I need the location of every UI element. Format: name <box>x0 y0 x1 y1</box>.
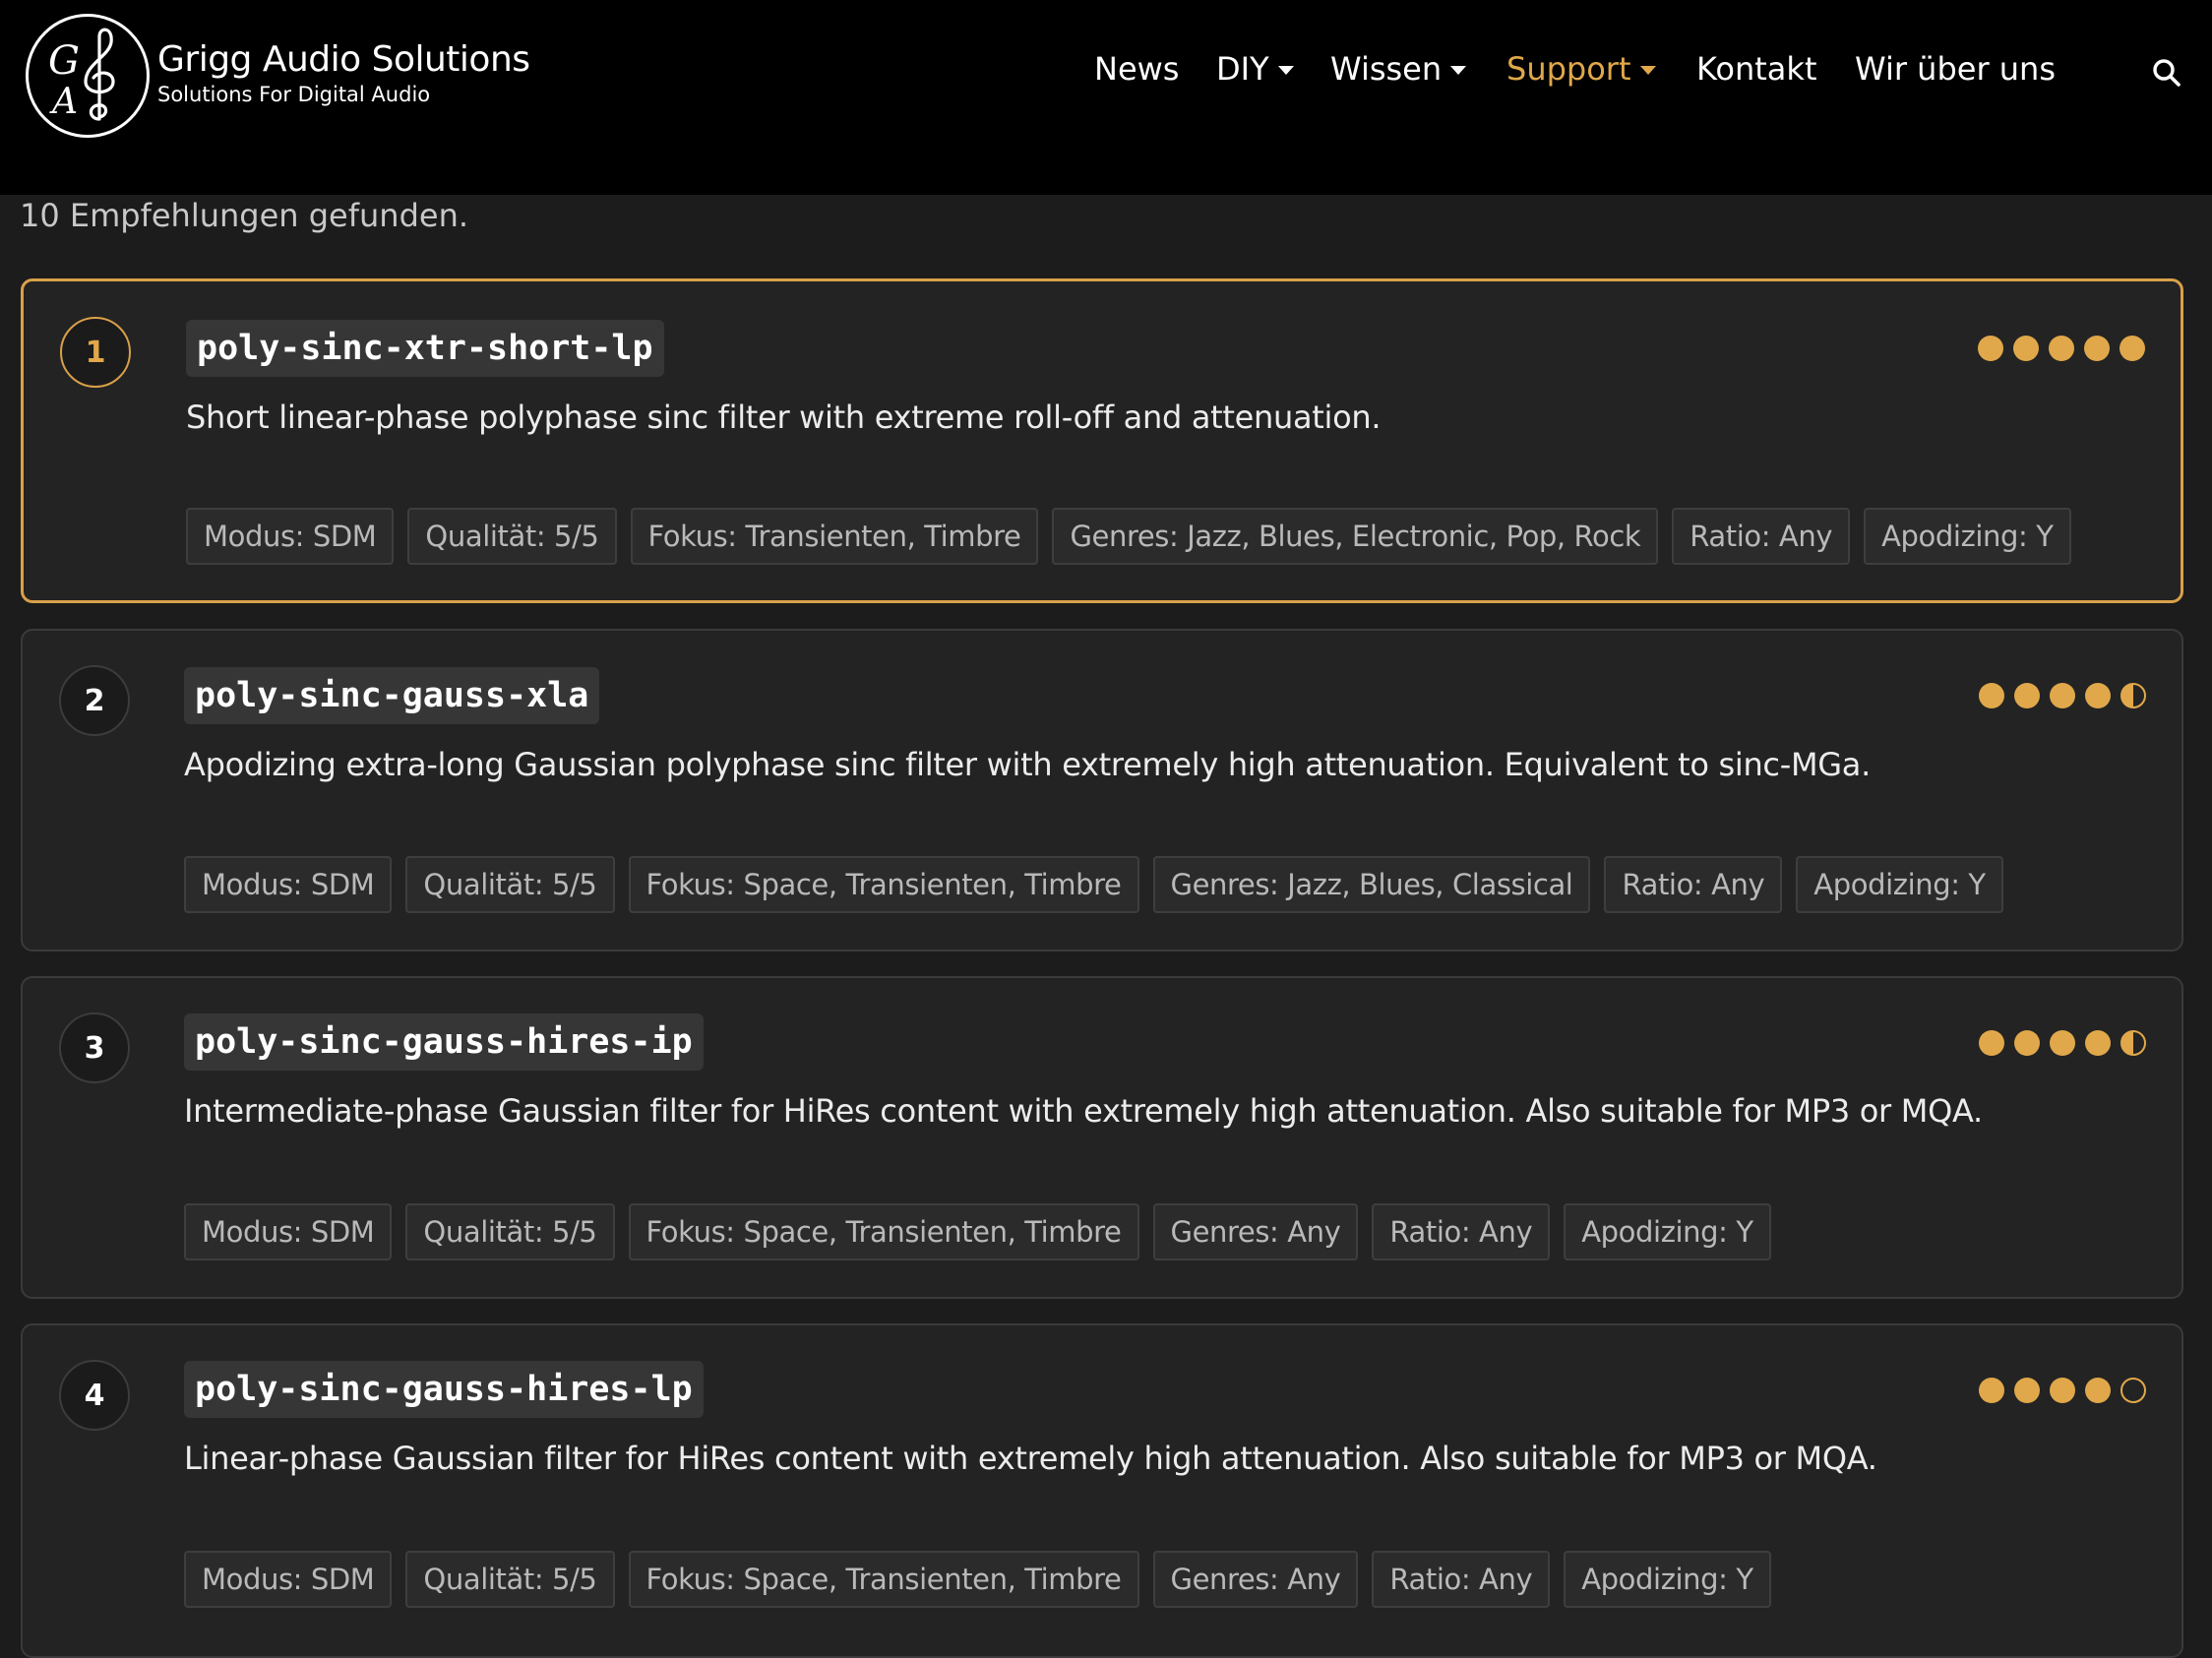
svg-text:A: A <box>49 82 78 122</box>
tag-modus: Modus: SDM <box>184 1551 393 1608</box>
nav-item-kontakt[interactable]: Kontakt <box>1696 47 1816 91</box>
recommendation-card[interactable]: 1 poly-sinc-xtr-short-lp Short linear-ph… <box>21 278 2183 603</box>
tag-fokus: Fokus: Space, Transienten, Timbre <box>628 856 1139 913</box>
search-button[interactable] <box>2151 57 2182 89</box>
tag-qualitaet: Qualität: 5/5 <box>405 1551 615 1608</box>
tag-ratio: Ratio: Any <box>1372 1203 1551 1260</box>
filter-description: Linear-phase Gaussian filter for HiRes c… <box>184 1440 1877 1477</box>
rating-dot-full <box>1979 683 2004 708</box>
tag-list: Modus: SDM Qualität: 5/5 Fokus: Space, T… <box>184 1551 1771 1608</box>
rating-dot-full <box>2013 336 2039 361</box>
tag-fokus: Fokus: Transienten, Timbre <box>630 508 1039 565</box>
tag-qualitaet: Qualität: 5/5 <box>405 856 615 913</box>
rating-dot-full <box>2050 683 2075 708</box>
tag-fokus: Fokus: Space, Transienten, Timbre <box>628 1203 1139 1260</box>
rating-dot-full <box>2085 1030 2111 1056</box>
caret-down-icon <box>1277 65 1294 75</box>
svg-text:G: G <box>48 38 80 84</box>
rating-dot-half <box>2120 683 2146 708</box>
site-header: G A Grigg Audio Solutions Solutions For … <box>0 0 2212 195</box>
tag-modus: Modus: SDM <box>184 1203 393 1260</box>
rank-number: 1 <box>85 335 106 370</box>
rating-dot-full <box>2050 1378 2075 1403</box>
tag-apodizing: Apodizing: Y <box>1864 508 2071 565</box>
rating-dots <box>1979 1030 2146 1056</box>
rating-dot-full <box>1978 336 2003 361</box>
nav-item-label: Kontakt <box>1696 50 1817 88</box>
filter-name: poly-sinc-xtr-short-lp <box>186 320 664 377</box>
recommendation-card[interactable]: 2 poly-sinc-gauss-xla Apodizing extra-lo… <box>21 629 2183 952</box>
rating-dot-full <box>2120 336 2145 361</box>
rating-dot-full <box>1979 1030 2004 1056</box>
rank-badge: 3 <box>59 1013 130 1083</box>
brand-name[interactable]: Grigg Audio Solutions <box>157 39 530 80</box>
tag-apodizing: Apodizing: Y <box>1564 1551 1771 1608</box>
nav-item-label: News <box>1094 50 1180 88</box>
caret-down-icon <box>1450 65 1467 75</box>
rating-dots <box>1979 683 2146 708</box>
nav-item-wissen[interactable]: Wissen <box>1330 47 1467 91</box>
rank-badge: 2 <box>59 665 130 736</box>
rating-dot-full <box>2049 336 2074 361</box>
tag-genres: Genres: Jazz, Blues, Electronic, Pop, Ro… <box>1052 508 1659 565</box>
tag-fokus: Fokus: Space, Transienten, Timbre <box>628 1551 1139 1608</box>
nav-item-wir-ueber-uns[interactable]: Wir über uns <box>1855 47 2056 91</box>
rating-dot-full <box>2085 683 2111 708</box>
tag-genres: Genres: Any <box>1152 1551 1359 1608</box>
rating-dot-full <box>2014 1030 2040 1056</box>
brand-tagline: Solutions For Digital Audio <box>157 83 431 106</box>
rank-number: 3 <box>84 1030 105 1066</box>
rating-dots <box>1978 336 2145 361</box>
nav-item-support[interactable]: Support <box>1506 47 1656 91</box>
tag-list: Modus: SDM Qualität: 5/5 Fokus: Space, T… <box>184 856 2003 913</box>
rank-number: 2 <box>84 683 105 718</box>
nav-item-label: DIY <box>1216 50 1269 88</box>
nav-item-diy[interactable]: DIY <box>1216 47 1294 91</box>
rank-number: 4 <box>84 1378 105 1413</box>
treble-clef-monogram-icon: G A <box>48 28 115 122</box>
rank-badge: 4 <box>59 1360 130 1431</box>
filter-description: Intermediate-phase Gaussian filter for H… <box>184 1092 1983 1130</box>
result-count: 10 Empfehlungen gefunden. <box>20 197 469 234</box>
rating-dot-full <box>2014 683 2040 708</box>
filter-name: poly-sinc-gauss-xla <box>184 667 600 724</box>
recommendation-card[interactable]: 4 poly-sinc-gauss-hires-lp Linear-phase … <box>21 1323 2183 1658</box>
rating-dot-full <box>2084 336 2110 361</box>
tag-ratio: Ratio: Any <box>1604 856 1783 913</box>
tag-apodizing: Apodizing: Y <box>1564 1203 1771 1260</box>
caret-down-icon <box>1639 65 1656 75</box>
rating-dots <box>1979 1378 2146 1403</box>
recommendation-card[interactable]: 3 poly-sinc-gauss-hires-ip Intermediate-… <box>21 976 2183 1299</box>
rating-dot-empty <box>2120 1378 2146 1403</box>
tag-modus: Modus: SDM <box>184 856 393 913</box>
brand-logo[interactable]: G A <box>26 14 150 138</box>
search-icon <box>2153 59 2181 87</box>
filter-name: poly-sinc-gauss-hires-lp <box>184 1361 704 1418</box>
tag-list: Modus: SDM Qualität: 5/5 Fokus: Space, T… <box>184 1203 1771 1260</box>
rating-dot-full <box>2050 1030 2075 1056</box>
filter-description: Apodizing extra-long Gaussian polyphase … <box>184 746 1871 783</box>
nav-item-label: Wir über uns <box>1855 50 2056 88</box>
nav-item-label: Support <box>1506 50 1631 88</box>
rating-dot-full <box>1979 1378 2004 1403</box>
rating-dot-full <box>2085 1378 2111 1403</box>
filter-description: Short linear-phase polyphase sinc filter… <box>186 399 1382 436</box>
filter-name: poly-sinc-gauss-hires-ip <box>184 1013 704 1071</box>
rank-badge: 1 <box>60 317 131 388</box>
rating-dot-half <box>2120 1030 2146 1056</box>
tag-ratio: Ratio: Any <box>1672 508 1851 565</box>
tag-list: Modus: SDM Qualität: 5/5 Fokus: Transien… <box>186 508 2071 565</box>
tag-genres: Genres: Jazz, Blues, Classical <box>1152 856 1591 913</box>
nav-item-label: Wissen <box>1330 50 1443 88</box>
tag-apodizing: Apodizing: Y <box>1796 856 2003 913</box>
nav-item-news[interactable]: News <box>1094 47 1179 91</box>
tag-qualitaet: Qualität: 5/5 <box>405 1203 615 1260</box>
rating-dot-full <box>2014 1378 2040 1403</box>
tag-genres: Genres: Any <box>1152 1203 1359 1260</box>
tag-qualitaet: Qualität: 5/5 <box>407 508 617 565</box>
tag-modus: Modus: SDM <box>186 508 395 565</box>
tag-ratio: Ratio: Any <box>1372 1551 1551 1608</box>
